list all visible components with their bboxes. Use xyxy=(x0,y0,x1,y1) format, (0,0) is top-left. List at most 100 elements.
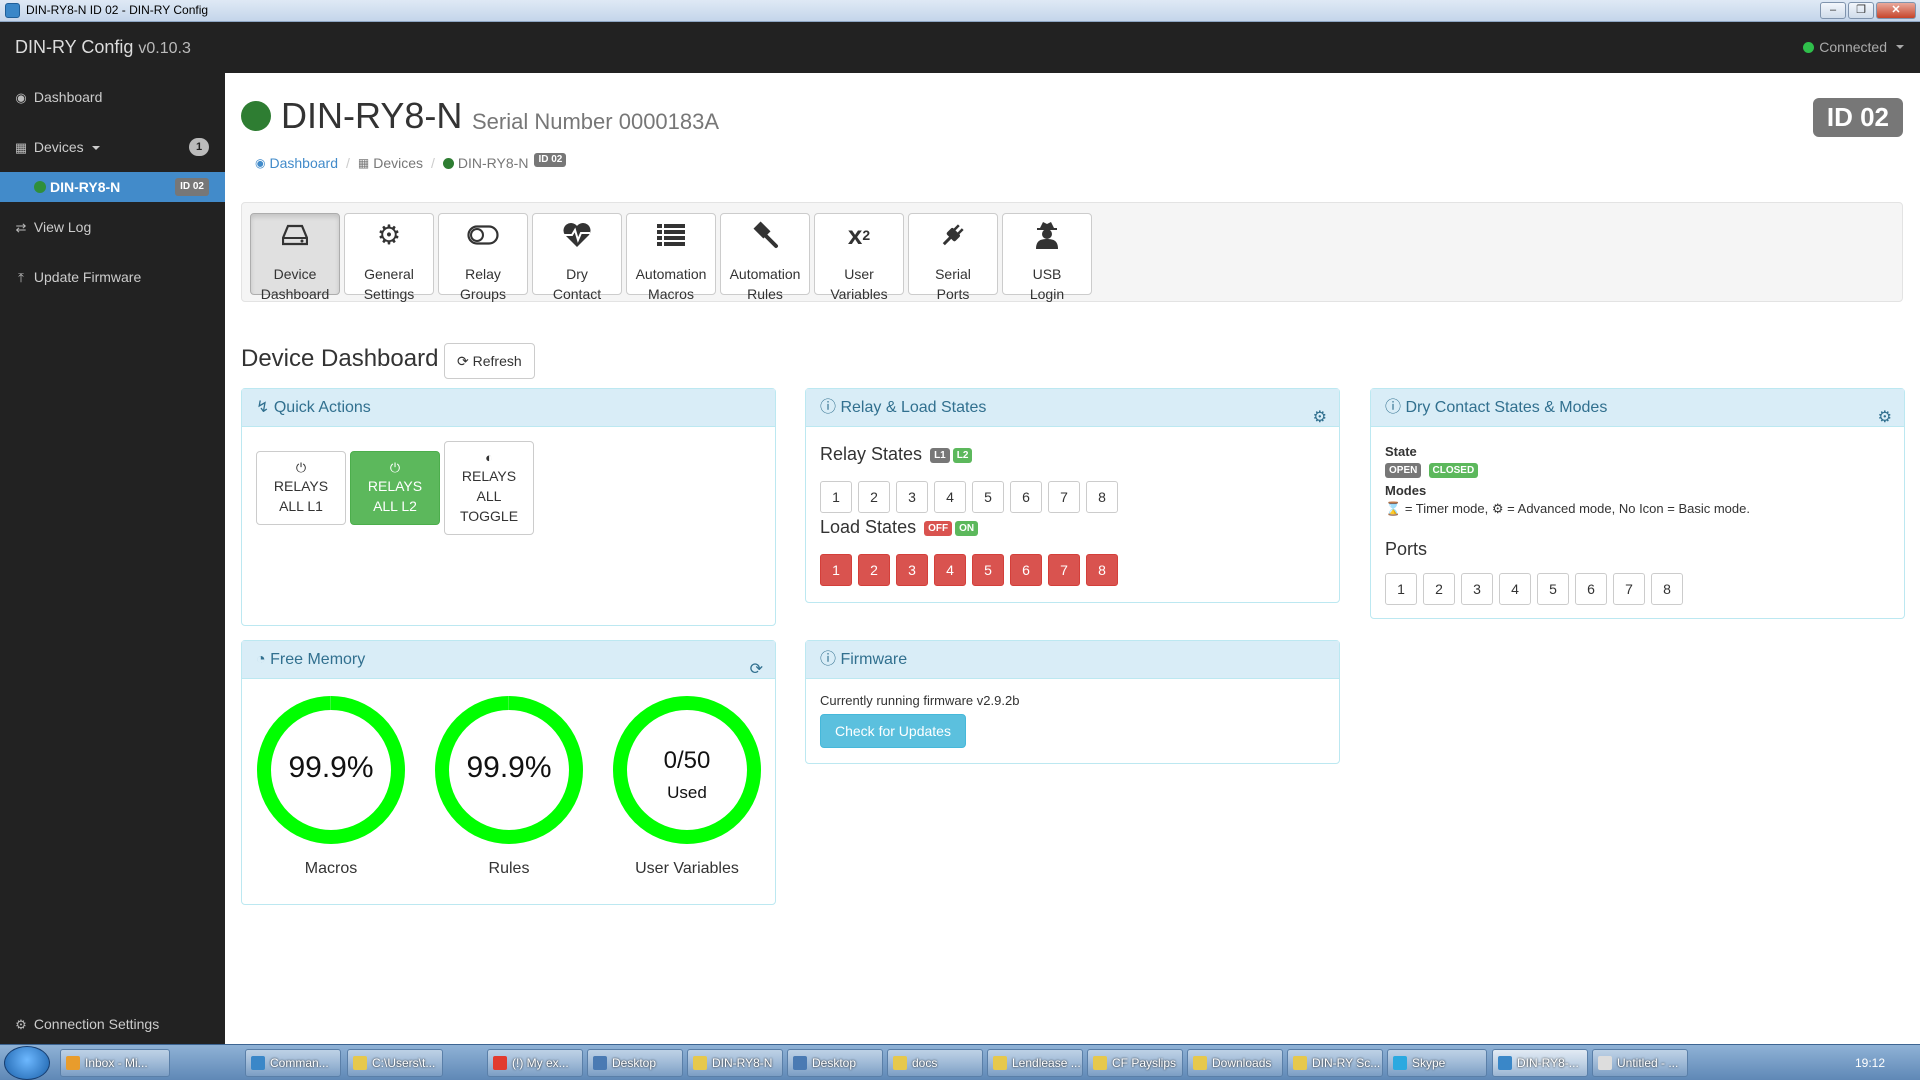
gear-icon[interactable]: ⚙ xyxy=(1878,399,1892,436)
port-button[interactable]: 6 xyxy=(1575,573,1607,605)
sidebar-item-devices[interactable]: ▦ Devices 1 xyxy=(0,127,225,167)
relay-button[interactable]: 8 xyxy=(1086,481,1118,513)
device-id-badge: ID 02 xyxy=(1812,98,1903,137)
port-button[interactable]: 8 xyxy=(1651,573,1683,605)
port-button[interactable]: 4 xyxy=(1499,573,1531,605)
modes-heading: Modes xyxy=(1385,483,1427,498)
refresh-button[interactable]: ⟳ Refresh xyxy=(444,343,535,379)
gauge-sub: Used xyxy=(667,783,707,802)
breadcrumb-devices[interactable]: Devices xyxy=(373,155,423,171)
port-button[interactable]: 7 xyxy=(1613,573,1645,605)
serial-ports-button[interactable]: Serial Ports xyxy=(908,213,998,302)
port-button[interactable]: 5 xyxy=(1537,573,1569,605)
taskbar-item[interactable]: Downloads xyxy=(1187,1049,1283,1077)
usb-login-button[interactable]: USB Login xyxy=(1002,213,1092,302)
port-button[interactable]: 2 xyxy=(1423,573,1455,605)
load-indicator: 7 xyxy=(1048,554,1080,586)
window-titlebar: DIN-RY8-N ID 02 - DIN-RY Config – ❐ ✕ xyxy=(0,0,1920,22)
start-button[interactable] xyxy=(4,1046,50,1080)
dry-contact-button[interactable]: Dry Contact xyxy=(532,213,622,302)
taskbar-item[interactable]: (!) My ex... xyxy=(487,1049,583,1077)
relay-button[interactable]: 2 xyxy=(858,481,890,513)
sidebar-item-view-log[interactable]: ⇄ View Log xyxy=(0,207,225,247)
taskbar-item[interactable]: Inbox - Mi... xyxy=(60,1049,170,1077)
taskbar-item[interactable]: docs xyxy=(887,1049,983,1077)
firmware-panel: ⓘ Firmware Currently running firmware v2… xyxy=(805,640,1340,764)
panel-heading: ⓘ Dry Contact States & Modes ⚙ xyxy=(1371,389,1904,427)
sidebar-item-update-firmware[interactable]: ⤒ Update Firmware xyxy=(0,257,225,297)
upload-icon: ⤒ xyxy=(18,270,24,285)
relay-button[interactable]: 6 xyxy=(1010,481,1042,513)
l2-label: L2 xyxy=(952,447,973,463)
automation-rules-button[interactable]: Automation Rules xyxy=(720,213,810,302)
relay-button[interactable]: 7 xyxy=(1048,481,1080,513)
taskbar-item[interactable]: CF Payslips xyxy=(1087,1049,1183,1077)
taskbar-item-label: Lendlease ... xyxy=(1012,1056,1081,1070)
taskbar-item[interactable]: DIN-RY Sc... xyxy=(1287,1049,1383,1077)
sidebar-item-label: Devices xyxy=(33,139,84,155)
taskbar-item[interactable]: Comman... xyxy=(245,1049,341,1077)
maximize-button[interactable]: ❐ xyxy=(1848,2,1874,19)
refresh-icon[interactable]: ⟳ xyxy=(750,651,763,688)
load-indicator: 6 xyxy=(1010,554,1042,586)
app-brand[interactable]: DIN-RY Config v0.10.3 xyxy=(15,37,191,58)
taskbar-app-icon xyxy=(693,1056,707,1070)
relay-button[interactable]: 5 xyxy=(972,481,1004,513)
taskbar-app-icon xyxy=(1093,1056,1107,1070)
taskbar-item[interactable]: DIN-RY8-... xyxy=(1492,1049,1588,1077)
connection-status-dropdown[interactable]: Connected xyxy=(1803,39,1904,55)
serial-number: Serial Number 0000183A xyxy=(472,109,720,134)
port-button[interactable]: 1 xyxy=(1385,573,1417,605)
taskbar-app-icon xyxy=(1293,1056,1307,1070)
relays-all-toggle-button[interactable]: ◐ RELAYS ALL TOGGLE xyxy=(444,441,534,535)
breadcrumb-dashboard[interactable]: Dashboard xyxy=(269,155,338,171)
app-version: v0.10.3 xyxy=(138,40,191,57)
state-heading: State xyxy=(1385,444,1417,459)
close-button[interactable]: ✕ xyxy=(1876,2,1916,19)
gear-icon[interactable]: ⚙ xyxy=(1313,399,1327,436)
taskbar-item[interactable]: DIN-RY8-N xyxy=(687,1049,783,1077)
relay-button[interactable]: 3 xyxy=(896,481,928,513)
taskbar-item[interactable]: Desktop xyxy=(787,1049,883,1077)
sidebar-item-label: View Log xyxy=(33,219,92,235)
load-indicator: 8 xyxy=(1086,554,1118,586)
firmware-version-text: Currently running firmware v2.9.2b xyxy=(820,693,1020,708)
section-title: Device Dashboard xyxy=(241,345,439,372)
taskbar-item[interactable]: Lendlease ... xyxy=(987,1049,1083,1077)
taskbar-item-label: C:\Users\t... xyxy=(372,1056,436,1070)
plug-icon xyxy=(909,221,997,249)
sidebar-item-dashboard[interactable]: ◉ Dashboard xyxy=(0,77,225,117)
relay-states-heading: Relay States L1 L2 xyxy=(820,444,973,465)
minimize-button[interactable]: – xyxy=(1820,2,1846,19)
general-settings-button[interactable]: ⚙ General Settings xyxy=(344,213,434,302)
taskbar-item[interactable]: Desktop xyxy=(587,1049,683,1077)
quick-actions-panel: ↯ Quick Actions ⏻ RELAYS ALL L1 ⏻ RELAYS A… xyxy=(241,388,776,626)
taskbar-item-label: (!) My ex... xyxy=(512,1056,569,1070)
heartbeat-icon xyxy=(533,221,621,249)
sidebar-item-connection-settings[interactable]: ⚙ Connection Settings xyxy=(0,1004,225,1044)
user-variables-button[interactable]: x2 User Variables xyxy=(814,213,904,302)
device-toolbar: Device Dashboard ⚙ General Settings Relay G… xyxy=(241,202,1903,302)
device-dashboard-button[interactable]: Device Dashboard xyxy=(250,213,340,302)
taskbar-item-label: Desktop xyxy=(612,1056,657,1070)
brand-name: DIN-RY Config xyxy=(15,37,134,57)
taskbar-item[interactable]: C:\Users\t... xyxy=(347,1049,443,1077)
sidebar-item-label: Dashboard xyxy=(33,89,103,105)
port-button[interactable]: 3 xyxy=(1461,573,1493,605)
automation-macros-button[interactable]: Automation Macros xyxy=(626,213,716,302)
taskbar-item[interactable]: Skype xyxy=(1387,1049,1487,1077)
check-for-updates-button[interactable]: Check for Updates xyxy=(820,714,966,748)
on-label: ON xyxy=(955,520,979,536)
relay-button[interactable]: 1 xyxy=(820,481,852,513)
taskbar-app-icon xyxy=(66,1056,80,1070)
gavel-icon xyxy=(721,221,809,249)
relays-all-l1-button[interactable]: ⏻ RELAYS ALL L1 xyxy=(256,451,346,525)
user-variables-gauge: 0/50 Used User Variables xyxy=(612,695,762,878)
taskbar-item[interactable]: Untitled - ... xyxy=(1592,1049,1688,1077)
info-icon: ⓘ xyxy=(820,399,837,416)
relay-button[interactable]: 4 xyxy=(934,481,966,513)
sidebar-item-device[interactable]: DIN-RY8-N ID 02 xyxy=(0,172,225,202)
relay-groups-button[interactable]: Relay Groups xyxy=(438,213,528,302)
relays-all-l2-button[interactable]: ⏻ RELAYS ALL L2 xyxy=(350,451,440,525)
power-icon: ⏻ xyxy=(389,460,401,475)
